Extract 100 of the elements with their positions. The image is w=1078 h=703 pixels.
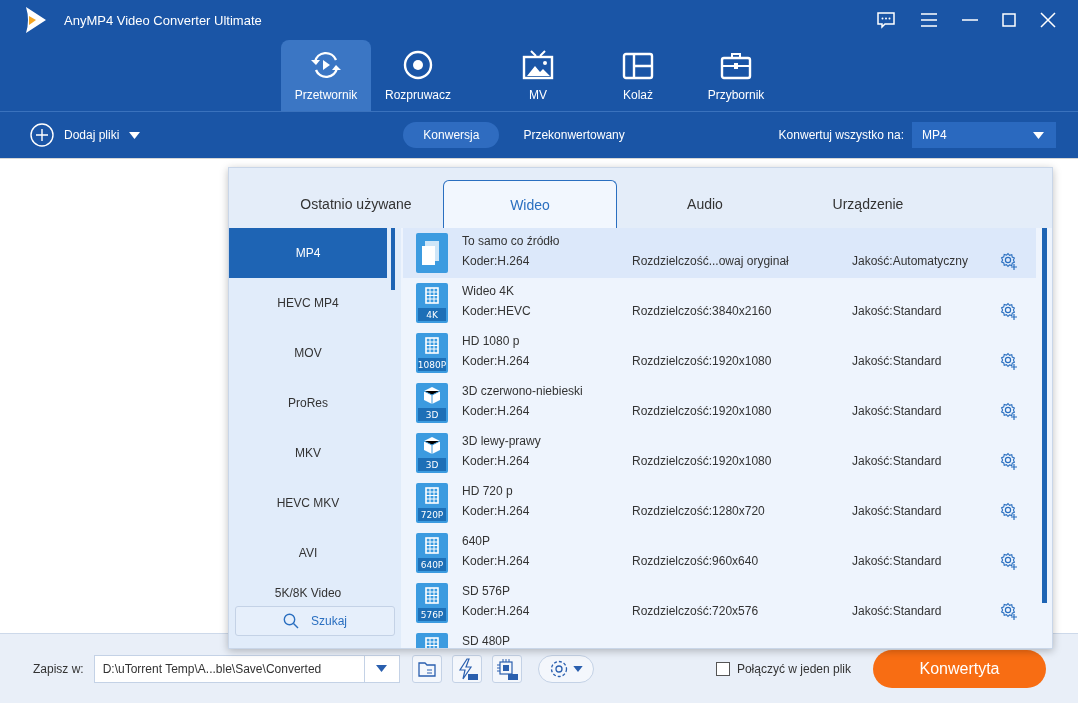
convert-all-label: Konwertuj wszystko na:	[778, 128, 904, 142]
hardware-off-button[interactable]	[491, 654, 522, 683]
preset-name: Wideo 4K	[462, 284, 516, 298]
preset-row[interactable]: 3D 3D czerwono-niebieski Koder:H.264 Rozdzielczość:1920x1080 Jakość:Standard	[403, 378, 1036, 428]
resolution-text: Rozdzielczość:960x640	[632, 554, 760, 568]
settings-icon[interactable]	[1000, 352, 1018, 370]
format-category[interactable]: MKV	[229, 428, 387, 478]
convert-icon	[310, 50, 342, 80]
save-path-field[interactable]: D:\uTorrent Temp\A...ble\Save\Converted	[93, 654, 400, 683]
settings-icon[interactable]	[1000, 252, 1018, 270]
format-category[interactable]: MP4	[229, 228, 387, 278]
preset-row[interactable]: 3D 3D lewy-prawy Koder:H.264 Rozdzielczość:1920x1080 Jakość:Standard	[403, 428, 1036, 478]
format-dropdown[interactable]: MP4	[912, 122, 1056, 148]
caret-icon	[1033, 131, 1044, 139]
resolution-text: Rozdzielczość:3840x2160	[632, 304, 773, 318]
mode-tab[interactable]: Konwersja	[403, 122, 500, 148]
preset-name: 3D czerwono-niebieski	[462, 384, 584, 398]
chip-off-icon	[495, 657, 518, 680]
preset-row[interactable]: SD 480P	[403, 628, 1036, 648]
save-to-label: Zapisz w:	[33, 661, 84, 676]
format-tab[interactable]: Ostatnio używane	[269, 180, 443, 228]
preset-name: SD 480P	[462, 634, 512, 648]
format-tab[interactable]: Audio	[617, 180, 793, 228]
preset-row[interactable]: 640P 640P Koder:H.264 Rozdzielczość:960x640 Jakość:Standard	[403, 528, 1036, 578]
preset-row[interactable]: 4K Wideo 4K Koder:HEVC Rozdzielczość:3840x2160 Jakość:Standard	[403, 278, 1036, 328]
resolution-text: Rozdzielczość:1920x1080	[632, 404, 773, 418]
preset-row[interactable]: 576P SD 576P Koder:H.264 Rozdzielczość:720x576 Jakość:Standard	[403, 578, 1036, 628]
preset-row[interactable]: 1080P HD 1080 p Koder:H.264 Rozdzielczość:1920x1080 Jakość:Standard	[403, 328, 1036, 378]
film-format-icon: 576P	[416, 583, 448, 623]
copy-format-icon	[416, 233, 448, 273]
resolution-text: Rozdzielczość:720x576	[632, 604, 760, 618]
encoder-text: Koder:H.264	[462, 504, 531, 518]
quality-text: Jakość:Standard	[852, 554, 943, 568]
collage-icon	[622, 52, 654, 80]
preset-row[interactable]: 720P HD 720 p Koder:H.264 Rozdzielczość:1280x720 Jakość:Standard	[403, 478, 1036, 528]
encoder-text: Koder:H.264	[462, 354, 531, 368]
film-format-icon: 4K	[416, 283, 448, 323]
resolution-text: Rozdzielczość:1920x1080	[632, 454, 773, 468]
quality-text: Jakość:Automatyczny	[852, 254, 970, 268]
nav-tab[interactable]: Kolaż	[593, 40, 683, 111]
quality-text: Jakość:Standard	[852, 454, 943, 468]
quality-text: Jakość:Standard	[852, 354, 943, 368]
encoder-text: Koder:HEVC	[462, 304, 532, 318]
acceleration-off-button[interactable]	[451, 654, 482, 683]
encoder-text: Koder:H.264	[462, 554, 531, 568]
caret-icon	[572, 665, 583, 672]
menu-icon[interactable]	[920, 13, 938, 27]
caret-icon	[376, 665, 388, 672]
preset-row[interactable]: To samo co źródło Koder:H.264 Rozdzielczość...owaj oryginał Jakość:Automatyczny	[403, 228, 1036, 278]
format-tab[interactable]: Urządzenie	[793, 180, 943, 228]
quality-text: Jakość:Standard	[852, 304, 943, 318]
resolution-text: Rozdzielczość:1280x720	[632, 504, 766, 518]
app-logo-icon	[24, 6, 48, 34]
format-category[interactable]: 5K/8K Video	[229, 578, 387, 600]
quality-text: Jakość:Standard	[852, 604, 943, 618]
nav-tab[interactable]: Przetwornik	[281, 40, 371, 111]
settings-icon[interactable]	[1000, 502, 1018, 520]
search-button[interactable]: Szukaj	[235, 606, 395, 636]
film-format-icon: 1080P	[416, 333, 448, 373]
quality-text: Jakość:Standard	[852, 504, 943, 518]
caret-icon	[129, 131, 141, 139]
maximize-icon[interactable]	[1002, 13, 1016, 27]
nav-tab[interactable]: MV	[493, 40, 583, 111]
resolution-text: Rozdzielczość...owaj oryginał	[632, 254, 790, 268]
encoder-text: Koder:H.264	[462, 404, 531, 418]
format-category[interactable]: AVI	[229, 528, 387, 578]
preset-name: HD 1080 p	[462, 334, 521, 348]
resolution-text: Rozdzielczość:1920x1080	[632, 354, 773, 368]
encoder-text: Koder:H.264	[462, 454, 531, 468]
tv-icon	[522, 50, 554, 80]
format-category[interactable]: MOV	[229, 328, 387, 378]
scrollbar[interactable]	[1042, 228, 1047, 603]
format-category[interactable]: ProRes	[229, 378, 387, 428]
preset-name: 3D lewy-prawy	[462, 434, 542, 448]
preset-name: SD 576P	[462, 584, 512, 598]
settings-icon[interactable]	[1000, 402, 1018, 420]
film-format-icon: 720P	[416, 483, 448, 523]
disc-icon	[403, 50, 433, 80]
scrollbar[interactable]	[391, 228, 395, 290]
feedback-icon[interactable]	[876, 11, 896, 29]
toolbox-icon	[720, 52, 752, 80]
cube-format-icon: 3D	[416, 433, 448, 473]
add-files-button[interactable]: Dodaj pliki	[30, 123, 141, 147]
settings-icon[interactable]	[1000, 302, 1018, 320]
format-tab[interactable]: Wideo	[443, 180, 617, 228]
settings-icon[interactable]	[1000, 552, 1018, 570]
encoder-text: Koder:H.264	[462, 254, 531, 268]
settings-button[interactable]	[537, 654, 594, 683]
close-icon[interactable]	[1040, 12, 1056, 28]
mode-tab[interactable]: Przekonwertowany	[503, 122, 645, 148]
cube-format-icon: 3D	[416, 383, 448, 423]
window-title: AnyMP4 Video Converter Ultimate	[64, 12, 262, 28]
settings-icon[interactable]	[1000, 602, 1018, 620]
merge-checkbox[interactable]: Połączyć w jeden plik	[715, 661, 851, 676]
settings-icon[interactable]	[1000, 452, 1018, 470]
nav-tab[interactable]: Przybornik	[691, 40, 781, 111]
folder-button[interactable]	[411, 654, 442, 683]
format-category[interactable]: HEVC MP4	[229, 278, 387, 328]
format-category[interactable]: HEVC MKV	[229, 478, 387, 528]
nav-tab[interactable]: Rozpruwacz	[373, 40, 463, 111]
